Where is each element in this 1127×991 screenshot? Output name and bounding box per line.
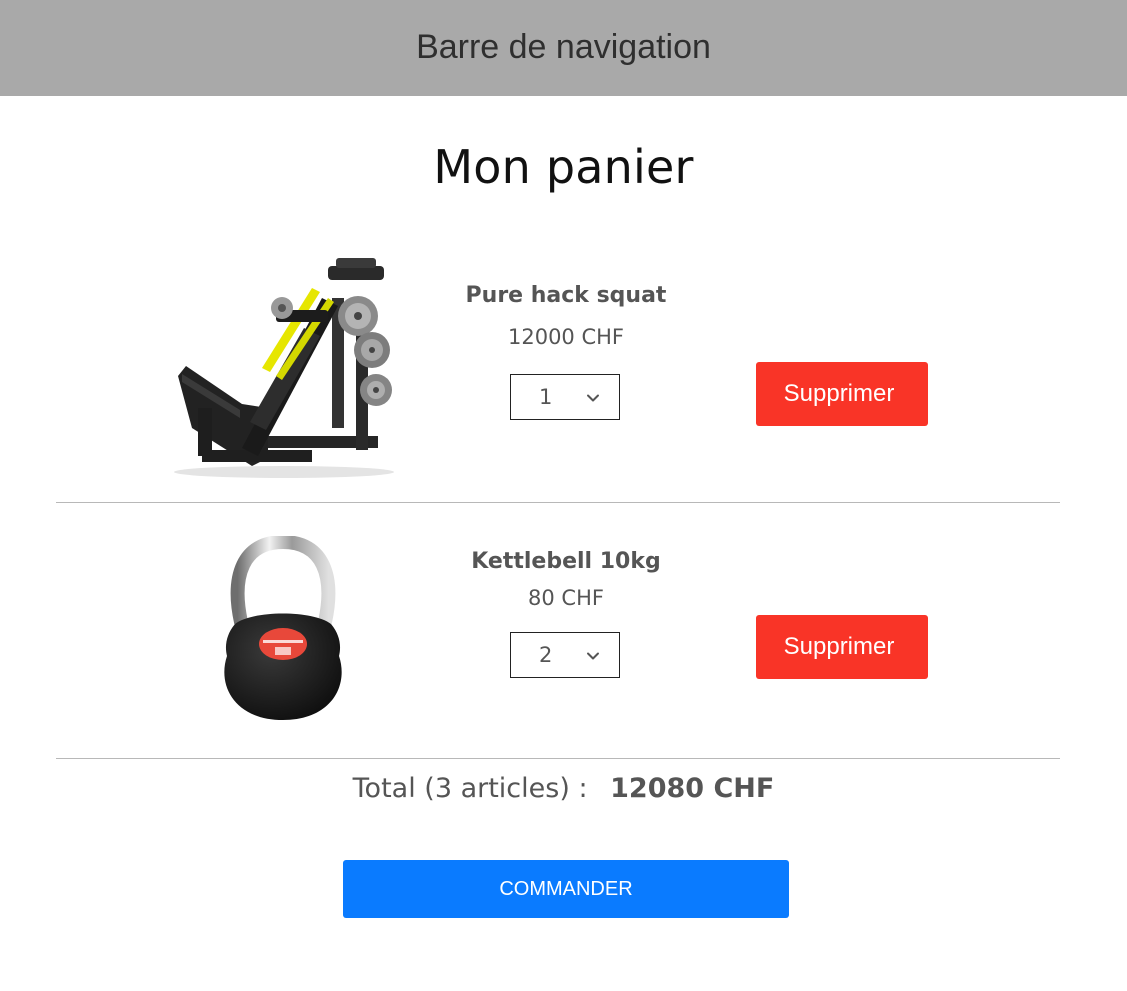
delete-button[interactable]: Supprimer	[756, 362, 928, 426]
quantity-select[interactable]: 2	[510, 632, 620, 678]
quantity-select[interactable]: 1	[510, 374, 620, 420]
cart-item: Kettlebell 10kg 80 CHF 2 Supprimer	[56, 503, 1060, 759]
product-price: 80 CHF	[528, 586, 604, 610]
product-price: 12000 CHF	[507, 325, 624, 349]
delete-button[interactable]: Supprimer	[756, 615, 928, 679]
checkout-button[interactable]: COMMANDER	[343, 860, 789, 918]
product-info: Kettlebell 10kg 80 CHF	[416, 549, 716, 610]
product-name: Kettlebell 10kg	[471, 549, 661, 574]
hack-squat-machine-image	[174, 258, 394, 478]
cart-item: Pure hack squat 12000 CHF 1 Supprimer	[56, 240, 1060, 503]
product-info: Pure hack squat 12000 CHF	[416, 283, 716, 349]
chevron-down-icon	[587, 652, 599, 660]
product-name: Pure hack squat	[465, 283, 667, 308]
quantity-value: 1	[539, 385, 553, 409]
navbar-title: Barre de navigation	[416, 27, 711, 66]
total-amount: 12080 CHF	[610, 773, 775, 804]
cart-total: Total (3 articles) : 12080 CHF	[0, 773, 1127, 804]
kettlebell-image	[224, 536, 342, 720]
chevron-down-icon	[587, 394, 599, 402]
total-label: Total (3 articles) :	[352, 773, 588, 804]
quantity-value: 2	[539, 643, 553, 667]
page-title: Mon panier	[433, 140, 694, 194]
navbar: Barre de navigation	[0, 0, 1127, 96]
